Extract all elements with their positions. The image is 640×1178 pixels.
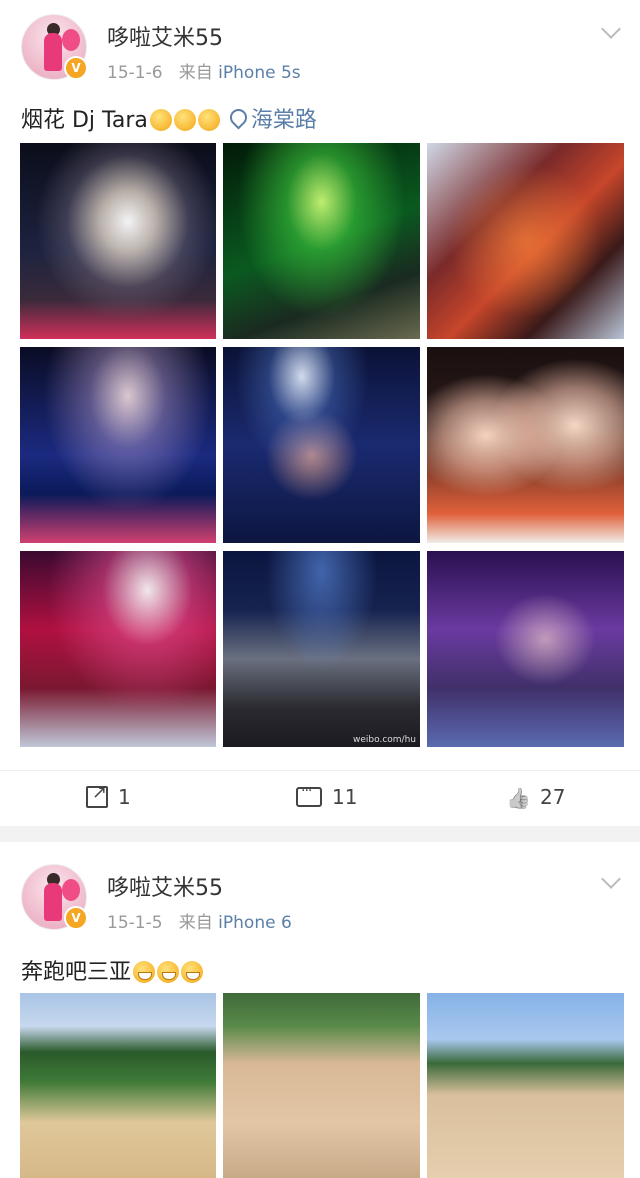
post-meta: 15-1-5 来自 iPhone 6: [107, 908, 292, 933]
post-meta: 15-1-6 来自 iPhone 5s: [107, 58, 301, 83]
source-device[interactable]: iPhone 6: [218, 913, 292, 933]
watermark: weibo.com/hu: [353, 735, 416, 745]
repost-icon: [86, 782, 108, 808]
image-purple-lights[interactable]: [427, 551, 624, 747]
image-sand-play[interactable]: [223, 993, 420, 1178]
post-separator: [0, 826, 640, 842]
avatar-figure: [44, 33, 62, 71]
post-date: 15-1-6: [107, 63, 163, 83]
avatar-figure: [44, 883, 62, 921]
username[interactable]: 哆啦艾米55: [107, 870, 223, 902]
emoji-icon: [173, 109, 196, 131]
chevron-down-icon[interactable]: [601, 869, 621, 889]
username[interactable]: 哆啦艾米55: [107, 20, 223, 52]
weibo-post: V 哆啦艾米55 15-1-5 来自 iPhone 6 奔跑吧三亚: [0, 842, 640, 1178]
image-green-laser-stage[interactable]: [223, 143, 420, 339]
verified-badge-icon: V: [64, 906, 88, 930]
like-count: 27: [540, 785, 566, 809]
verified-badge-icon: V: [64, 56, 88, 80]
image-blue-fireworks[interactable]: [20, 347, 216, 543]
emoji-icon: [149, 109, 172, 131]
emoji-icon: [181, 961, 204, 983]
location-pin-icon: [226, 105, 251, 130]
post-text-body: 奔跑吧三亚: [21, 960, 132, 985]
repost-count: 1: [118, 785, 131, 809]
emoji-icon: [197, 109, 220, 131]
avatar-balloon: [62, 879, 80, 901]
comment-button[interactable]: 11: [296, 783, 358, 809]
image-fireworks-stage[interactable]: [20, 143, 216, 339]
repost-button[interactable]: 1: [86, 782, 131, 809]
image-beach-game[interactable]: [427, 993, 624, 1178]
post-text-body: 烟花 Dj Tara: [21, 108, 148, 133]
post-text: 奔跑吧三亚: [21, 954, 204, 986]
image-dj-booth[interactable]: [223, 347, 420, 543]
emoji-icon: [133, 961, 156, 983]
chevron-down-icon[interactable]: [601, 19, 621, 39]
location-link[interactable]: 海棠路: [251, 108, 317, 133]
comment-icon: [296, 783, 322, 807]
post-date: 15-1-5: [107, 913, 163, 933]
image-red-stage[interactable]: [20, 551, 216, 747]
source-prefix: 来自: [178, 913, 213, 933]
like-icon: [506, 786, 530, 808]
avatar-balloon: [62, 29, 80, 51]
weibo-post: V 哆啦艾米55 15-1-6 来自 iPhone 5s 烟花 Dj Tara 海…: [0, 0, 640, 826]
image-birthday-cake[interactable]: [427, 143, 624, 339]
image-selfie[interactable]: [427, 347, 624, 543]
action-bar: 1 11 27: [0, 770, 640, 827]
comment-count: 11: [332, 785, 358, 809]
like-button[interactable]: 27: [506, 785, 565, 809]
image-beach-group[interactable]: [20, 993, 216, 1178]
image-group-crowd[interactable]: weibo.com/hu: [223, 551, 420, 747]
post-text: 烟花 Dj Tara 海棠路: [21, 102, 317, 134]
source-prefix: 来自: [178, 63, 213, 83]
emoji-icon: [157, 961, 180, 983]
source-device[interactable]: iPhone 5s: [218, 63, 300, 83]
